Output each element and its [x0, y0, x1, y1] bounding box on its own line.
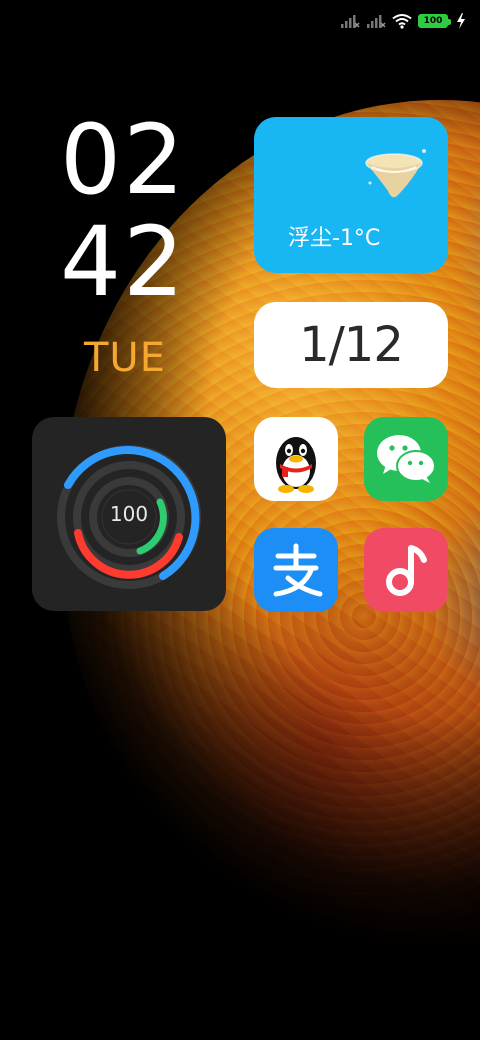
weather-text: 浮尘-1°C	[288, 226, 381, 251]
dust-weather-icon	[365, 149, 426, 198]
alipay-app-icon[interactable]	[254, 528, 338, 612]
lightning-icon	[457, 13, 465, 29]
battery-indicator: 100	[418, 14, 451, 28]
home-screen: 100 02 42 TUE 浮尘-1°C 1/12 100	[0, 0, 480, 1040]
weather-widget[interactable]: 浮尘-1°C	[254, 117, 448, 273]
signal-no-service-icon	[367, 15, 386, 28]
wechat-icon	[377, 435, 436, 483]
date-text: 1/12	[299, 317, 404, 373]
wifi-icon	[392, 14, 412, 29]
clock-minute[interactable]: 42	[60, 214, 200, 310]
battery-level: 100	[423, 15, 443, 26]
qq-app-icon[interactable]	[254, 417, 338, 501]
weekday-label: TUE	[84, 335, 166, 381]
clock-hour[interactable]: 02	[60, 112, 200, 208]
music-note-icon	[386, 545, 427, 596]
music-app-icon[interactable]	[364, 528, 448, 612]
status-bar: 100	[340, 10, 466, 32]
date-widget[interactable]: 1/12	[254, 302, 448, 388]
wechat-app-icon[interactable]	[364, 417, 448, 501]
qq-penguin-icon	[276, 437, 316, 493]
alipay-icon	[273, 543, 323, 597]
battery-ring-widget[interactable]: 100	[32, 417, 226, 611]
signal-no-service-icon	[341, 15, 360, 28]
battery-widget-value: 100	[109, 502, 149, 526]
